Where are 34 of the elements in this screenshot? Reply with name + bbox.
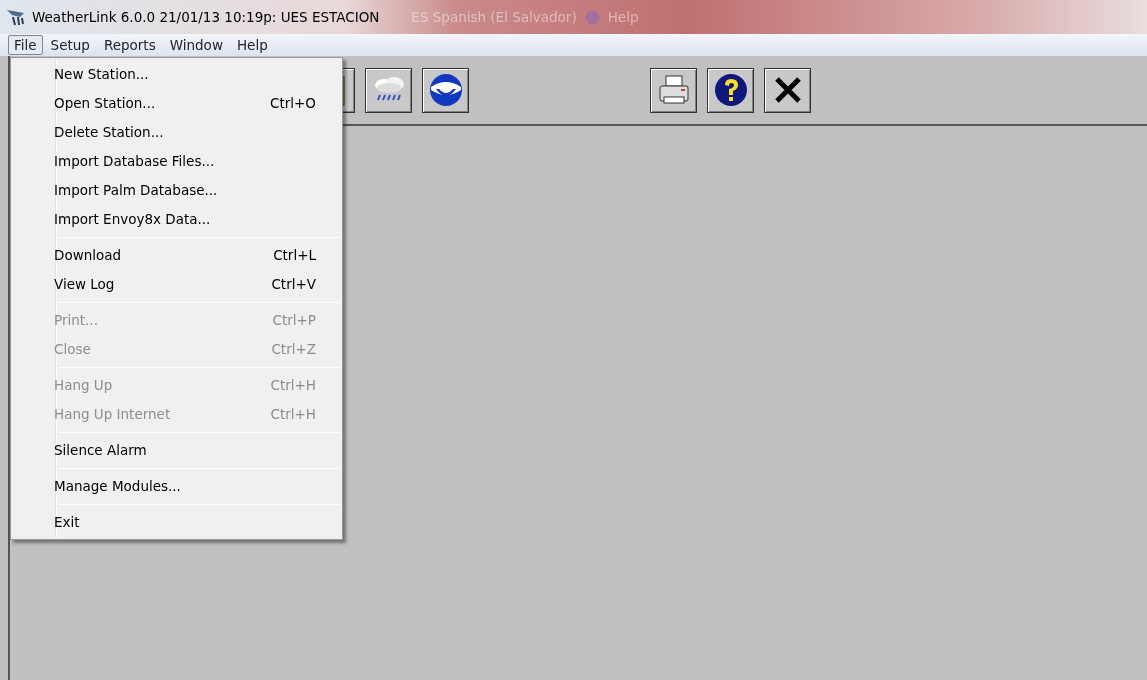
toolbar-button[interactable]	[707, 67, 754, 113]
toolbar-button[interactable]	[422, 67, 469, 113]
help-icon	[713, 73, 748, 107]
shortcut-label: Ctrl+V	[271, 275, 316, 295]
menu-item[interactable]: Download	[54, 245, 122, 266]
shortcut-label: Ctrl+O	[270, 94, 316, 114]
toolbar-button[interactable]	[650, 67, 697, 113]
menu-item[interactable]: Import Palm Database...	[54, 180, 218, 201]
bird-emblem-icon	[428, 73, 463, 107]
menu-item[interactable]: Help	[230, 35, 274, 55]
shortcut-label: Ctrl+P	[272, 311, 316, 331]
menu-item[interactable]: Import Database Files...	[54, 151, 215, 172]
shortcut-label: Ctrl+H	[270, 376, 316, 396]
printer-icon	[656, 73, 691, 107]
menu-item[interactable]: Manage Modules...	[54, 476, 181, 497]
menu-item[interactable]: New Station...	[54, 64, 149, 85]
shortcut-label: Ctrl+H	[270, 405, 316, 425]
shortcut-label: Ctrl+Z	[271, 340, 316, 360]
toolbar-button[interactable]	[764, 67, 811, 113]
menu-item[interactable]: Setup	[44, 35, 96, 55]
shortcut-label: Ctrl+L	[273, 246, 316, 266]
menu-item[interactable]: Delete Station...	[54, 122, 164, 143]
help-icon	[584, 9, 600, 25]
menu-item[interactable]: File	[8, 35, 43, 55]
window-title: WeatherLink 6.0.0 21/01/13 10:19p: UES ESTACION	[32, 7, 380, 27]
menu-item[interactable]: Exit	[54, 512, 80, 533]
menu-item[interactable]: Window	[163, 35, 229, 55]
menu-item[interactable]: Silence Alarm	[54, 440, 147, 461]
toolbar-button[interactable]	[365, 67, 412, 113]
menu-item[interactable]: Open Station...	[54, 93, 156, 114]
app-icon	[6, 8, 26, 26]
menu-item[interactable]: Reports	[97, 35, 162, 55]
menu-item[interactable]: Import Envoy8x Data...	[54, 209, 211, 230]
menu-item[interactable]: View Log	[54, 274, 115, 295]
